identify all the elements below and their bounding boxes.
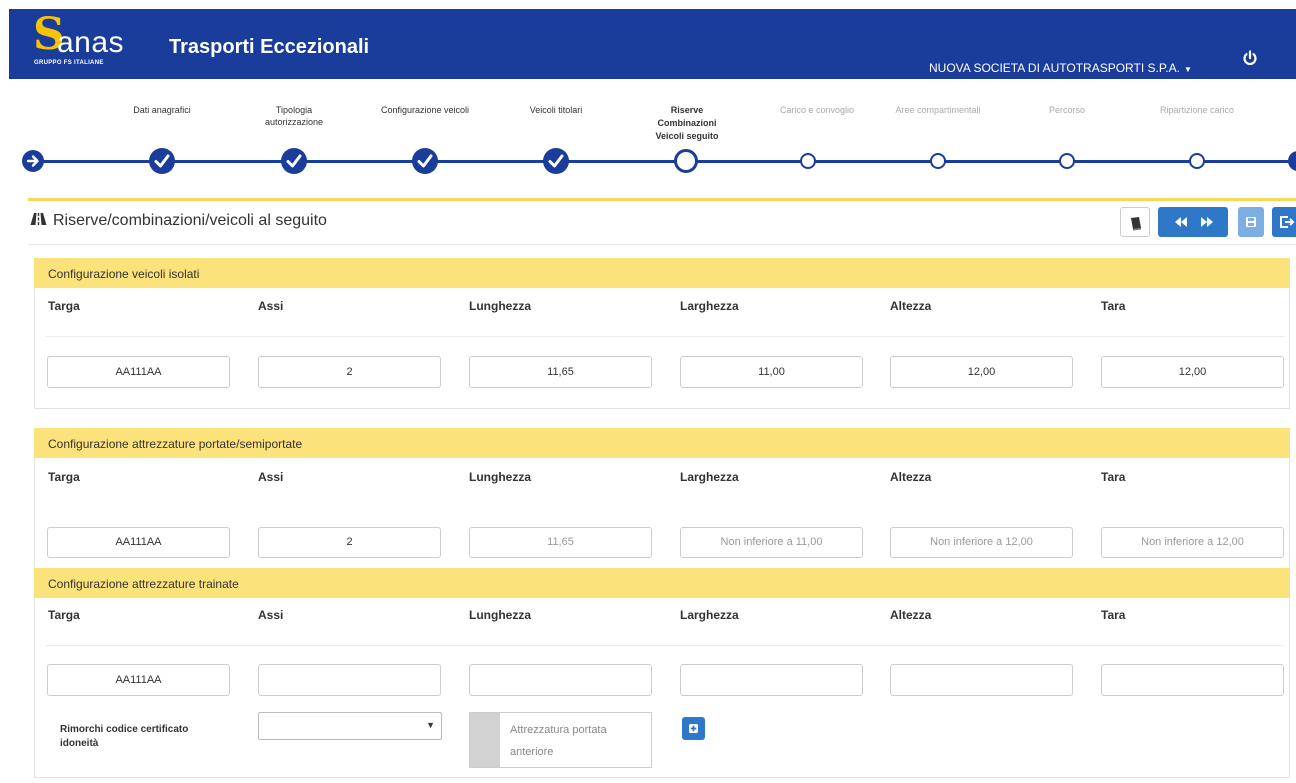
larghezza-input[interactable]: Non inferiore a 11,00 [680, 527, 863, 558]
power-icon[interactable] [1241, 49, 1259, 67]
rimorchi-label-line2: idoneità [60, 738, 99, 749]
row-divider [46, 645, 1284, 646]
altezza-input[interactable]: Non inferiore a 12,00 [890, 527, 1073, 558]
step-label-configurazione-veicoli[interactable]: Configurazione veicoli [380, 104, 470, 116]
section-title-trainate: Configurazione attrezzature trainate [34, 568, 1290, 598]
step-label-veicoli-titolari[interactable]: Veicoli titolari [496, 104, 616, 116]
logo-subtext: GRUPPO FS ITALIANE [34, 60, 104, 66]
stepper-start-arrow-icon [22, 150, 44, 172]
book-icon [1131, 217, 1141, 231]
rimorchi-label: Rimorchi codice certificato idoneità [60, 723, 188, 751]
step-node-1-check-icon[interactable] [149, 148, 175, 174]
col-tara: Tara [1101, 608, 1126, 622]
attrezzatura-portata-anteriore[interactable]: Attrezzatura portata anteriore [469, 712, 652, 768]
step-node-8 [1059, 153, 1075, 169]
col-assi: Assi [258, 608, 284, 622]
step-node-4-check-icon[interactable] [543, 148, 569, 174]
col-tara: Tara [1101, 299, 1126, 313]
assi-input[interactable] [258, 664, 441, 696]
step-node-9 [1189, 153, 1205, 169]
step-label-ripartizione-carico: Ripartizione carico [1159, 105, 1235, 115]
company-name: NUOVA SOCIETA DI AUTOTRASPORTI S.P.A. [929, 61, 1180, 75]
step-node-5-current[interactable] [674, 149, 698, 173]
company-dropdown[interactable]: NUOVA SOCIETA DI AUTOTRASPORTI S.P.A. ▼ [929, 61, 1192, 75]
col-lunghezza: Lunghezza [469, 470, 531, 484]
step-node-6 [800, 153, 816, 169]
step-node-7 [930, 153, 946, 169]
attrezzatura-label: Attrezzatura portata anteriore [510, 724, 607, 758]
col-altezza: Altezza [890, 299, 932, 313]
plus-icon [689, 724, 698, 733]
page-title: Riserve/combinazioni/veicoli al seguito [53, 212, 327, 229]
tara-field[interactable]: 12,00 [1101, 356, 1284, 388]
col-larghezza: Larghezza [680, 608, 739, 622]
lunghezza-input[interactable] [469, 664, 652, 696]
col-lunghezza: Lunghezza [469, 299, 531, 313]
step-node-10 [1288, 151, 1296, 171]
step-node-2-check-icon[interactable] [281, 148, 307, 174]
assi-field[interactable]: 2 [258, 527, 441, 558]
page-header: Riserve/combinazioni/veicoli al seguito [30, 211, 327, 231]
larghezza-field[interactable]: 11,00 [680, 356, 863, 388]
step-label-carico-convoglio: Carico e convoglio [779, 105, 855, 115]
col-assi: Assi [258, 470, 284, 484]
top-navbar: S anas GRUPPO FS ITALIANE Trasporti Ecce… [9, 9, 1296, 79]
rimorchi-label-line1: Rimorchi codice certificato [60, 724, 189, 735]
caret-down-icon: ▼ [1183, 65, 1192, 74]
larghezza-input[interactable] [680, 664, 863, 696]
step-node-3-check-icon[interactable] [412, 148, 438, 174]
stepper-track [30, 160, 1296, 163]
col-assi: Assi [258, 299, 284, 313]
attrezzatura-swatch [470, 713, 500, 767]
col-larghezza: Larghezza [680, 299, 739, 313]
assi-field[interactable]: 2 [258, 356, 441, 388]
step-backward-icon [1175, 217, 1187, 227]
col-targa: Targa [48, 299, 80, 313]
targa-field[interactable]: AA111AA [47, 527, 230, 558]
prev-next-button[interactable] [1158, 207, 1228, 237]
col-targa: Targa [48, 470, 80, 484]
step-label-percorso: Percorso [1048, 105, 1085, 115]
step-label-riserve[interactable]: Riserve Combinazioni Veicoli seguito [647, 104, 727, 143]
app-title: Trasporti Eccezionali [169, 36, 370, 58]
lunghezza-field[interactable]: 11,65 [469, 356, 652, 388]
col-larghezza: Larghezza [680, 470, 739, 484]
step-forward-icon [1201, 217, 1213, 227]
save-icon [1246, 217, 1256, 227]
altezza-input[interactable] [890, 664, 1073, 696]
col-altezza: Altezza [890, 470, 932, 484]
tara-input[interactable]: Non inferiore a 12,00 [1101, 527, 1284, 558]
header-divider [28, 244, 1296, 245]
targa-field[interactable]: AA111AA [47, 356, 230, 388]
certificato-select[interactable]: ▼ [258, 712, 442, 740]
section-title-veicoli-isolati: Configurazione veicoli isolati [34, 258, 1290, 288]
stepper-divider [28, 198, 1296, 201]
lunghezza-field[interactable]: 11,65 [469, 527, 652, 558]
book-button[interactable] [1120, 207, 1150, 237]
targa-field[interactable]: AA111AA [47, 664, 230, 696]
anas-logo[interactable]: S anas GRUPPO FS ITALIANE [33, 9, 153, 79]
col-lunghezza: Lunghezza [469, 608, 531, 622]
exit-button[interactable] [1272, 207, 1296, 237]
step-label-dati-anagrafici[interactable]: Dati anagrafici [102, 104, 222, 116]
logo-text: anas [57, 26, 125, 59]
col-tara: Tara [1101, 470, 1126, 484]
caret-down-icon: ▼ [426, 720, 435, 730]
section-title-portate: Configurazione attrezzature portate/semi… [34, 428, 1290, 458]
road-icon [30, 212, 47, 231]
step-label-tipologia-autorizzazione[interactable]: Tipologia autorizzazione [249, 104, 339, 128]
col-targa: Targa [48, 608, 80, 622]
row-divider [46, 336, 1284, 337]
save-button[interactable] [1238, 207, 1264, 237]
col-altezza: Altezza [890, 608, 932, 622]
tara-input[interactable] [1101, 664, 1284, 696]
step-label-aree-compartimentali: Aree compartimentali [895, 105, 981, 115]
wizard-stepper: Dati anagrafici Tipologia autorizzazione… [0, 80, 1296, 200]
altezza-field[interactable]: 12,00 [890, 356, 1073, 388]
exit-icon [1280, 216, 1295, 228]
add-button[interactable] [682, 717, 705, 740]
